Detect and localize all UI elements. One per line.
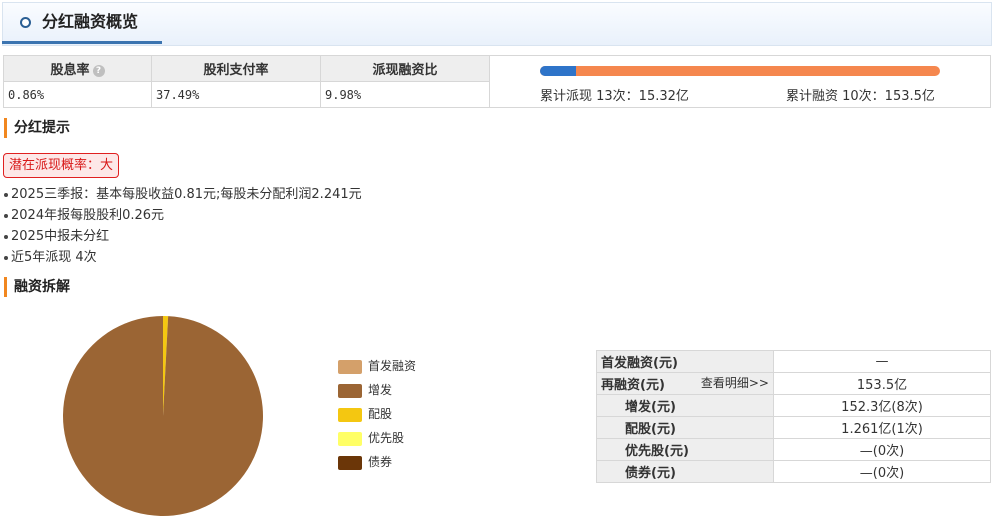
financing-breakdown-heading: 融资拆解 <box>4 277 70 297</box>
legend-item-additional-issue[interactable]: 增发 <box>338 382 416 406</box>
dividend-note: 2025三季报：基本每股收益0.81元;每股未分配利润2.241元 <box>4 186 362 204</box>
payout-probability-badge: 潜在派现概率：大 <box>3 153 120 178</box>
cumulative-financing-label: 累计融资 10次：153.5亿 <box>786 89 935 104</box>
bonds-value: —(0次) <box>773 460 991 483</box>
dividend-note-text: 2025中报未分红 <box>11 229 110 244</box>
financing-pie-chart <box>62 316 264 516</box>
dividend-yield-header: 股息率? <box>3 55 152 82</box>
legend-label: 配股 <box>368 407 393 421</box>
legend-label: 增发 <box>368 383 393 397</box>
payout-financing-ratio-value: 9.98% <box>320 81 490 108</box>
refinancing-key: 再融资(元) <box>601 378 665 393</box>
circle-bullet-icon <box>20 17 31 28</box>
view-details-link[interactable]: 查看明细>> <box>701 374 769 391</box>
dividend-hint-heading: 分红提示 <box>4 118 70 138</box>
title-underline <box>2 41 162 44</box>
legend-swatch <box>338 383 362 398</box>
bullet-icon <box>4 255 8 260</box>
pie-slice-additional-issue[interactable] <box>62 316 264 516</box>
table-row: 再融资(元) 查看明细>> 153.5亿 <box>596 372 991 395</box>
bullet-icon <box>4 213 8 218</box>
ipo-financing-key: 首发融资(元) <box>596 350 774 373</box>
pie-legend: 首发融资 增发 配股 优先股 债券 <box>338 358 416 478</box>
additional-issue-value: 152.3亿(8次) <box>773 394 991 417</box>
legend-label: 债券 <box>368 455 393 469</box>
bullet-icon <box>4 234 8 239</box>
bonds-key: 债券(元) <box>596 460 774 483</box>
metrics-table: 股息率? 股利支付率 派现融资比 0.86% 37.49% 9.98% <box>3 55 490 108</box>
rights-issue-value: 1.261亿(1次) <box>773 416 991 439</box>
table-row: 增发(元) 152.3亿(8次) <box>596 394 991 417</box>
legend-label: 首发融资 <box>368 359 417 373</box>
refinancing-value: 153.5亿 <box>773 372 991 395</box>
legend-item-preferred-stock[interactable]: 优先股 <box>338 430 416 454</box>
dividend-note: 近5年派现 4次 <box>4 249 97 267</box>
page-title: 分红融资概览 <box>42 12 139 31</box>
bullet-icon <box>4 192 8 197</box>
preferred-stock-key: 优先股(元) <box>596 438 774 461</box>
legend-item-ipo[interactable]: 首发融资 <box>338 358 416 382</box>
table-row: 首发融资(元) — <box>596 350 991 373</box>
legend-swatch <box>338 455 362 470</box>
additional-issue-key: 增发(元) <box>596 394 774 417</box>
payout-financing-comparison: 累计派现 13次：15.32亿 累计融资 10次：153.5亿 <box>489 55 991 108</box>
legend-swatch <box>338 407 362 422</box>
table-row: 优先股(元) —(0次) <box>596 438 991 461</box>
payout-bar <box>540 66 577 76</box>
dividend-yield-value: 0.86% <box>3 81 152 108</box>
dividend-note: 2025中报未分红 <box>4 228 109 246</box>
legend-swatch <box>338 359 362 374</box>
payout-ratio-header: 股利支付率 <box>151 55 321 82</box>
help-icon[interactable]: ? <box>92 64 105 77</box>
dividend-note-text: 近5年派现 4次 <box>11 250 97 265</box>
table-row: 配股(元) 1.261亿(1次) <box>596 416 991 439</box>
financing-table: 首发融资(元) — 再融资(元) 查看明细>> 153.5亿 增发(元) 152.… <box>596 350 991 483</box>
rights-issue-key: 配股(元) <box>596 416 774 439</box>
legend-label: 优先股 <box>368 431 405 445</box>
legend-swatch <box>338 431 362 446</box>
legend-item-rights-issue[interactable]: 配股 <box>338 406 416 430</box>
ipo-financing-value: — <box>773 350 991 373</box>
cumulative-payout-label: 累计派现 13次：15.32亿 <box>540 89 689 104</box>
section-header <box>2 2 992 46</box>
refinancing-key-cell: 再融资(元) 查看明细>> <box>596 372 774 395</box>
dividend-note-text: 2024年报每股股利0.26元 <box>11 208 165 223</box>
dividend-yield-label: 股息率 <box>50 63 90 78</box>
payout-ratio-value: 37.49% <box>151 81 321 108</box>
payout-financing-ratio-header: 派现融资比 <box>320 55 490 82</box>
dividend-note-text: 2025三季报：基本每股收益0.81元;每股未分配利润2.241元 <box>11 187 362 202</box>
table-row: 债券(元) —(0次) <box>596 460 991 483</box>
dividend-note: 2024年报每股股利0.26元 <box>4 207 164 225</box>
preferred-stock-value: —(0次) <box>773 438 991 461</box>
legend-item-bonds[interactable]: 债券 <box>338 454 416 478</box>
financing-bar <box>540 66 940 76</box>
